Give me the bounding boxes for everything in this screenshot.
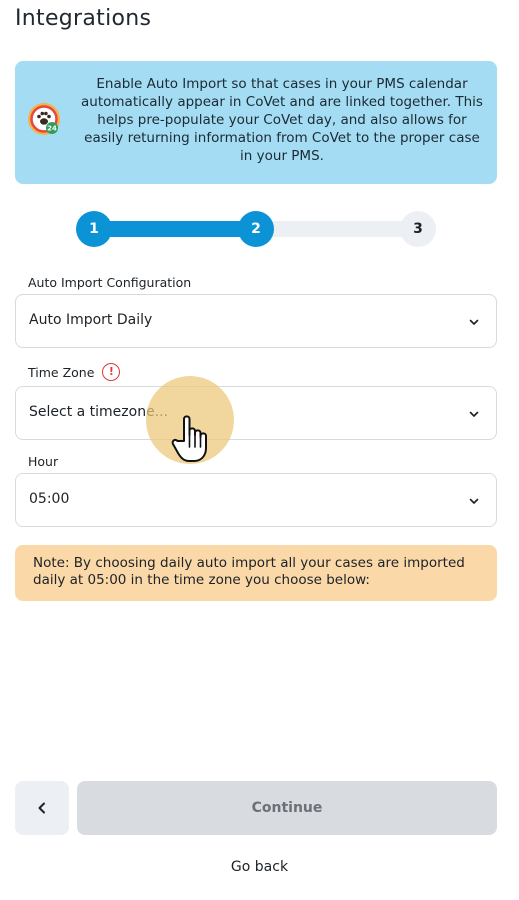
hand-pointer-icon	[171, 415, 207, 462]
auto-import-value: Auto Import Daily	[29, 312, 153, 328]
hour-label: Hour	[28, 454, 58, 469]
info-banner-text: Enable Auto Import so that cases in your…	[81, 76, 483, 164]
continue-button[interactable]: Continue	[77, 781, 497, 835]
note-box: Note: By choosing daily auto import all …	[15, 545, 497, 601]
time-zone-label-text: Time Zone	[28, 364, 95, 380]
chevron-left-icon	[38, 802, 45, 814]
covet-paw-icon: 24	[28, 103, 60, 135]
time-zone-select[interactable]: Select a timezone...	[15, 386, 497, 440]
page-title: Integrations	[15, 6, 152, 31]
info-banner: 24 Enable Auto Import so that cases in y…	[15, 61, 497, 184]
go-back-link[interactable]: Go back	[0, 859, 519, 875]
note-text: Note: By choosing daily auto import all …	[33, 555, 465, 588]
warning-icon: !	[102, 363, 121, 381]
auto-import-select[interactable]: Auto Import Daily	[15, 294, 497, 348]
hour-label-text: Hour	[28, 454, 59, 469]
chevron-down-icon	[469, 411, 479, 417]
step-2: 2	[238, 211, 274, 247]
back-button[interactable]	[15, 781, 69, 835]
chevron-down-icon	[469, 498, 479, 504]
icon-badge-text: 24	[47, 125, 57, 133]
hour-select[interactable]: 05:00	[15, 473, 497, 527]
step-1: 1	[76, 211, 112, 247]
stepper-track-progress	[94, 221, 254, 237]
step-3: 3	[400, 211, 436, 247]
auto-import-label-text: Auto Import Configuration	[28, 275, 192, 290]
progress-stepper: 1 2 3	[76, 211, 436, 247]
hour-value: 05:00	[29, 491, 70, 507]
auto-import-label: Auto Import Configuration	[28, 275, 191, 290]
chevron-down-icon	[469, 319, 479, 325]
time-zone-label: Time Zone !	[28, 363, 121, 381]
